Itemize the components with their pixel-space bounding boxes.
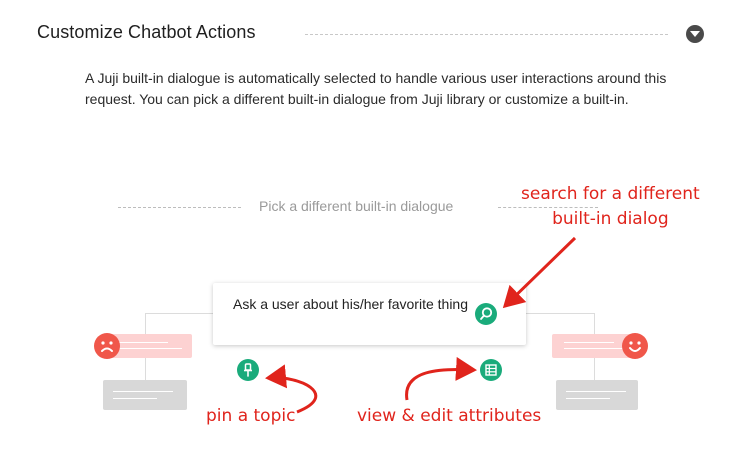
user-message-bubble [108, 334, 192, 358]
happy-face-icon [622, 333, 648, 359]
annotation-search: search for a different built-in dialog [521, 182, 700, 232]
pin-icon[interactable] [237, 359, 259, 381]
tree-line [525, 313, 595, 314]
annotation-view-edit: view & edit attributes [357, 406, 542, 426]
section-header: Customize Chatbot Actions [0, 0, 751, 66]
dialog-card-text: Ask a user about his/her favorite thing [232, 296, 469, 312]
chevron-down-circle-icon[interactable] [686, 25, 704, 43]
picker-divider-left [118, 207, 241, 208]
dialog-card: Ask a user about his/her favorite thing [213, 283, 526, 345]
bot-message-bubble [556, 380, 638, 410]
pick-dialogue-link[interactable]: Pick a different built-in dialogue [259, 198, 453, 214]
sad-face-icon [94, 333, 120, 359]
view-edit-arrow [405, 356, 477, 401]
bot-message-bubble [103, 380, 187, 410]
section-title: Customize Chatbot Actions [37, 22, 256, 42]
annotation-search-line2: built-in dialog [552, 209, 669, 229]
search-icon[interactable] [475, 303, 497, 325]
annotation-pin: pin a topic [206, 406, 296, 426]
table-icon[interactable] [480, 359, 502, 381]
tree-line [145, 313, 215, 314]
section-description: A Juji built-in dialogue is automaticall… [85, 70, 667, 107]
title-divider [305, 34, 668, 35]
annotation-search-line1: search for a different [521, 184, 700, 204]
